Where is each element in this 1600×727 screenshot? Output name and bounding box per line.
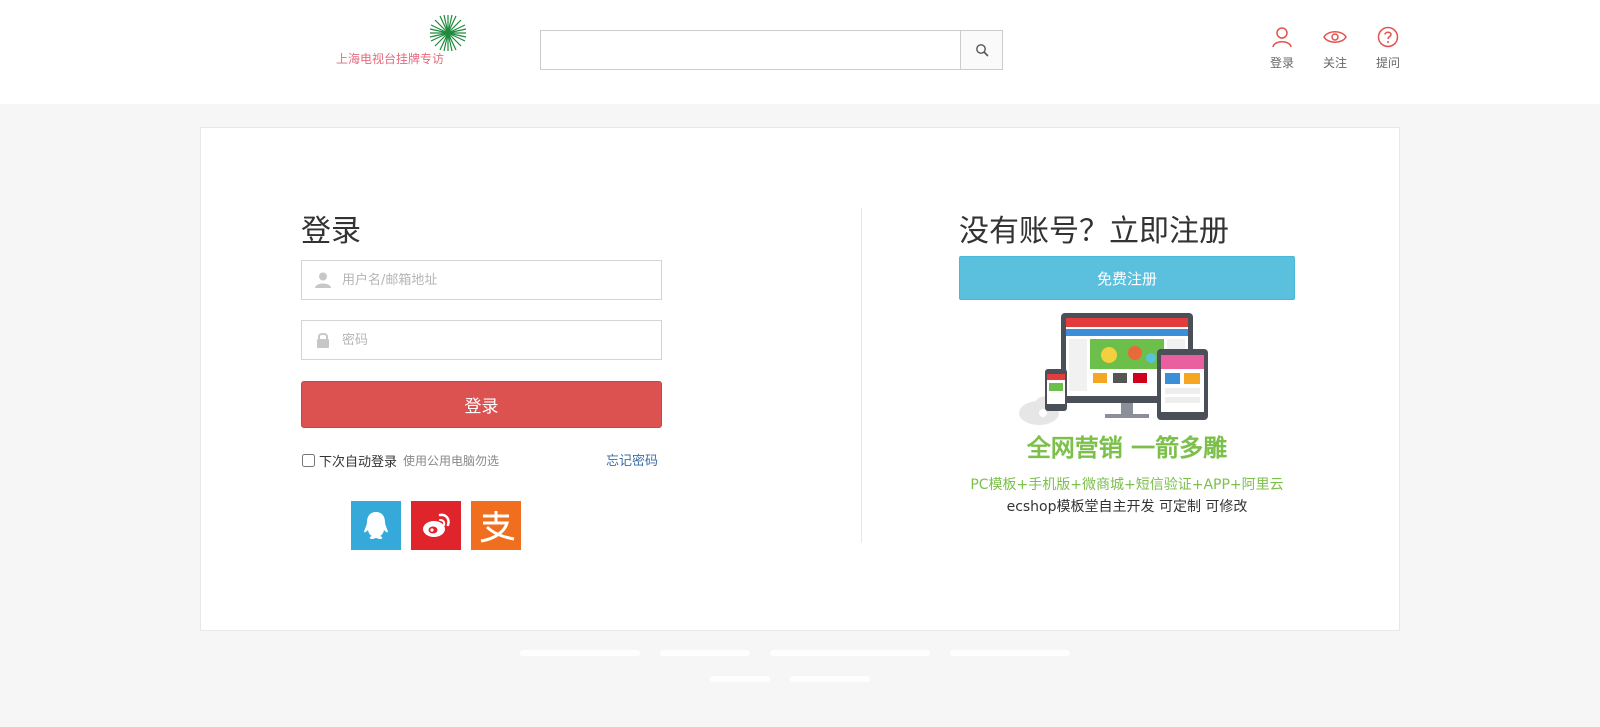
alipay-login-button[interactable] [471,501,521,550]
login-panel: 登录 登录 下次自动登录 使用公用电脑勿选 忘记密码 [200,127,1400,631]
top-link-label: 关注 [1322,56,1347,70]
username-input[interactable] [342,261,652,299]
top-link-login[interactable]: 登录 [1260,26,1304,71]
promo-description: ecshop模板堂自主开发 可定制 可修改 [1006,499,1248,515]
password-field [301,320,662,360]
top-link-label: 提问 [1375,56,1400,70]
eye-icon [1323,31,1347,43]
question-icon [1377,26,1399,48]
qq-login-button[interactable] [351,501,401,550]
search-button[interactable] [960,31,1002,69]
promo-slogan: 全网营销 一箭多雕 [1026,433,1228,462]
multi-device-illustration [1019,313,1208,425]
remember-label: 下次自动登录 [319,454,398,470]
search-bar [540,30,1003,70]
remember-me: 下次自动登录 使用公用电脑勿选 [301,451,500,470]
top-link-ask[interactable]: 提问 [1366,26,1410,71]
weibo-icon [423,513,450,537]
remember-hint: 使用公用电脑勿选 [403,453,500,468]
password-input[interactable] [342,321,652,359]
top-links: 登录 关注 提问 [1260,26,1410,76]
username-field [301,260,662,300]
top-link-label: 登录 [1269,56,1294,70]
login-title: 登录 [301,214,361,249]
footer-faded-text [520,650,1080,690]
alipay-icon [480,510,515,542]
search-input[interactable] [541,31,960,69]
logo-text: 上海电视台挂牌专访 [336,52,445,66]
site-header: 上海电视台挂牌专访 登录 关注 提问 [0,0,1600,104]
lock-icon [317,332,329,348]
user-silhouette-icon [315,272,331,288]
site-logo[interactable]: 上海电视台挂牌专访 [326,13,472,79]
search-icon [975,44,988,57]
panel-divider [861,208,862,543]
user-icon [1272,27,1292,48]
top-link-follow[interactable]: 关注 [1313,26,1357,71]
logo-burst-icon [429,14,467,52]
weibo-login-button[interactable] [411,501,461,550]
qq-icon [364,511,388,539]
promo-features: PC模板+手机版+微商城+短信验证+APP+阿里云 [970,477,1284,493]
register-title: 没有账号？立即注册 [959,214,1229,249]
register-button[interactable]: 免费注册 [959,256,1295,300]
forgot-password-link[interactable]: 忘记密码 [606,450,658,469]
remember-checkbox[interactable] [302,453,315,467]
login-button[interactable]: 登录 [301,381,662,428]
